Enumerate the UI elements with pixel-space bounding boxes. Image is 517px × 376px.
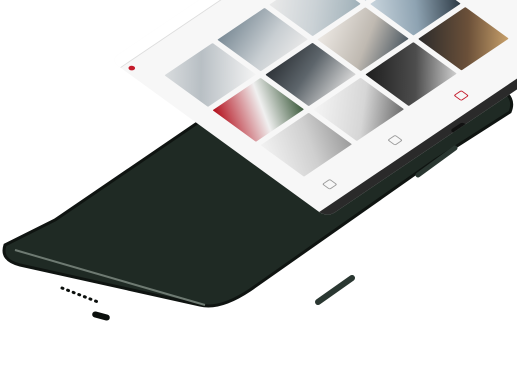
camera-icon (321, 178, 338, 190)
product-mockup-scene (0, 0, 517, 376)
settings-icon (453, 90, 469, 102)
speaker-holes (60, 286, 100, 304)
charging-port (92, 311, 110, 321)
brand-dot-icon (127, 64, 137, 72)
side-button-2 (315, 275, 355, 305)
bookmark-icon (387, 134, 404, 146)
